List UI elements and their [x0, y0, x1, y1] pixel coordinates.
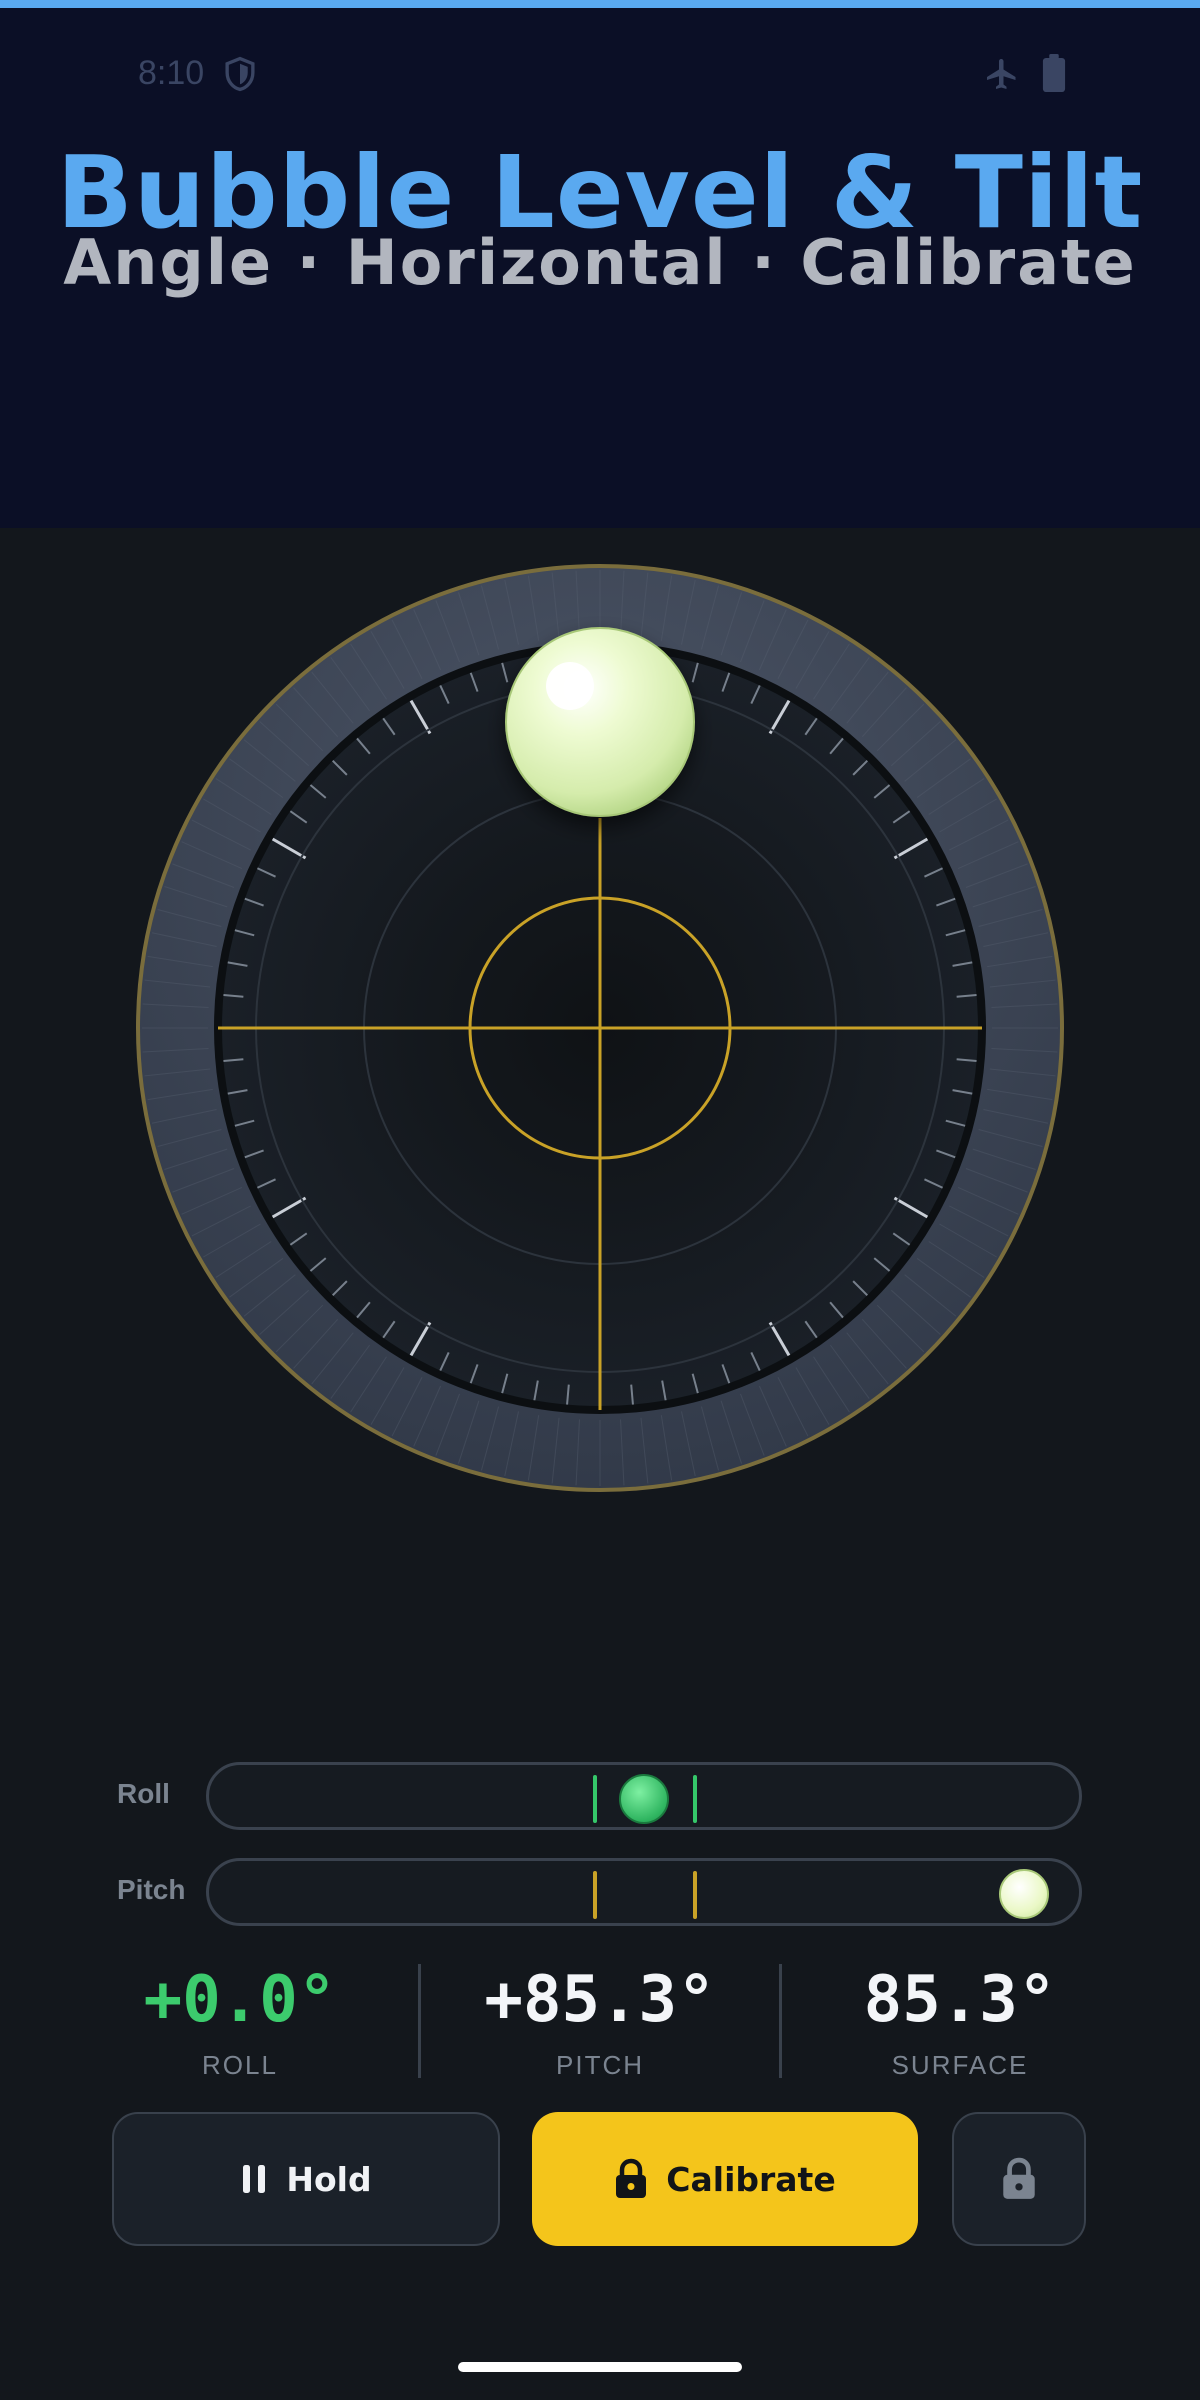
- roll-value: +0.0°: [143, 1963, 337, 2037]
- pitch-label: Pitch: [117, 1874, 186, 1905]
- calibrate-button-label: Calibrate: [666, 2159, 836, 2199]
- roll-zone-right-mark: [693, 1775, 697, 1823]
- pause-icon: [243, 2165, 266, 2193]
- home-indicator[interactable]: [458, 2362, 742, 2372]
- bubble-level-dial[interactable]: [130, 558, 1070, 1498]
- battery-icon: [1042, 54, 1066, 92]
- roll-track-row: Roll: [0, 1762, 1200, 1836]
- surface-value: 85.3°: [863, 1963, 1057, 2037]
- pitch-zone-left-mark: [593, 1871, 597, 1919]
- surface-readout: 85.3° SURFACE: [780, 1960, 1140, 2081]
- lock-icon: [616, 2158, 647, 2198]
- roll-track[interactable]: [206, 1762, 1082, 1830]
- roll-bubble: [619, 1774, 669, 1824]
- hold-button-label: Hold: [286, 2159, 372, 2199]
- roll-zone-left-mark: [593, 1775, 597, 1823]
- pitch-track-row: Pitch: [0, 1858, 1200, 1932]
- shield-icon: [225, 56, 255, 92]
- top-accent-bar: [0, 0, 1200, 8]
- status-time: 8:10: [138, 54, 205, 92]
- surface-readout-label: SURFACE: [891, 2050, 1029, 2080]
- status-bar: 8:10: [0, 48, 1200, 98]
- roll-label: Roll: [117, 1778, 170, 1809]
- pitch-value: +85.3°: [484, 1963, 716, 2037]
- hold-button[interactable]: Hold: [112, 2112, 500, 2246]
- pitch-zone-right-mark: [693, 1871, 697, 1919]
- pitch-readout-label: PITCH: [556, 2050, 644, 2080]
- app-subtitle: Angle · Horizontal · Calibrate: [63, 226, 1137, 299]
- pitch-track[interactable]: [206, 1858, 1082, 1926]
- airplane-mode-icon: [987, 59, 1016, 89]
- angle-readouts: +0.0° ROLL +85.3° PITCH 85.3° SURFACE: [0, 1960, 1200, 2090]
- roll-readout-label: ROLL: [202, 2050, 278, 2080]
- pitch-bubble: [998, 1869, 1049, 1919]
- roll-readout: +0.0° ROLL: [60, 1960, 420, 2081]
- lock-button[interactable]: [952, 2112, 1086, 2246]
- dial-bubble: [505, 627, 695, 817]
- pitch-readout: +85.3° PITCH: [420, 1960, 780, 2081]
- calibrate-button[interactable]: Calibrate: [532, 2112, 918, 2246]
- app-header: 8:10 Bubble Level & Tilt Angle · Horizon…: [0, 8, 1200, 528]
- lock-icon: [1003, 2157, 1035, 2199]
